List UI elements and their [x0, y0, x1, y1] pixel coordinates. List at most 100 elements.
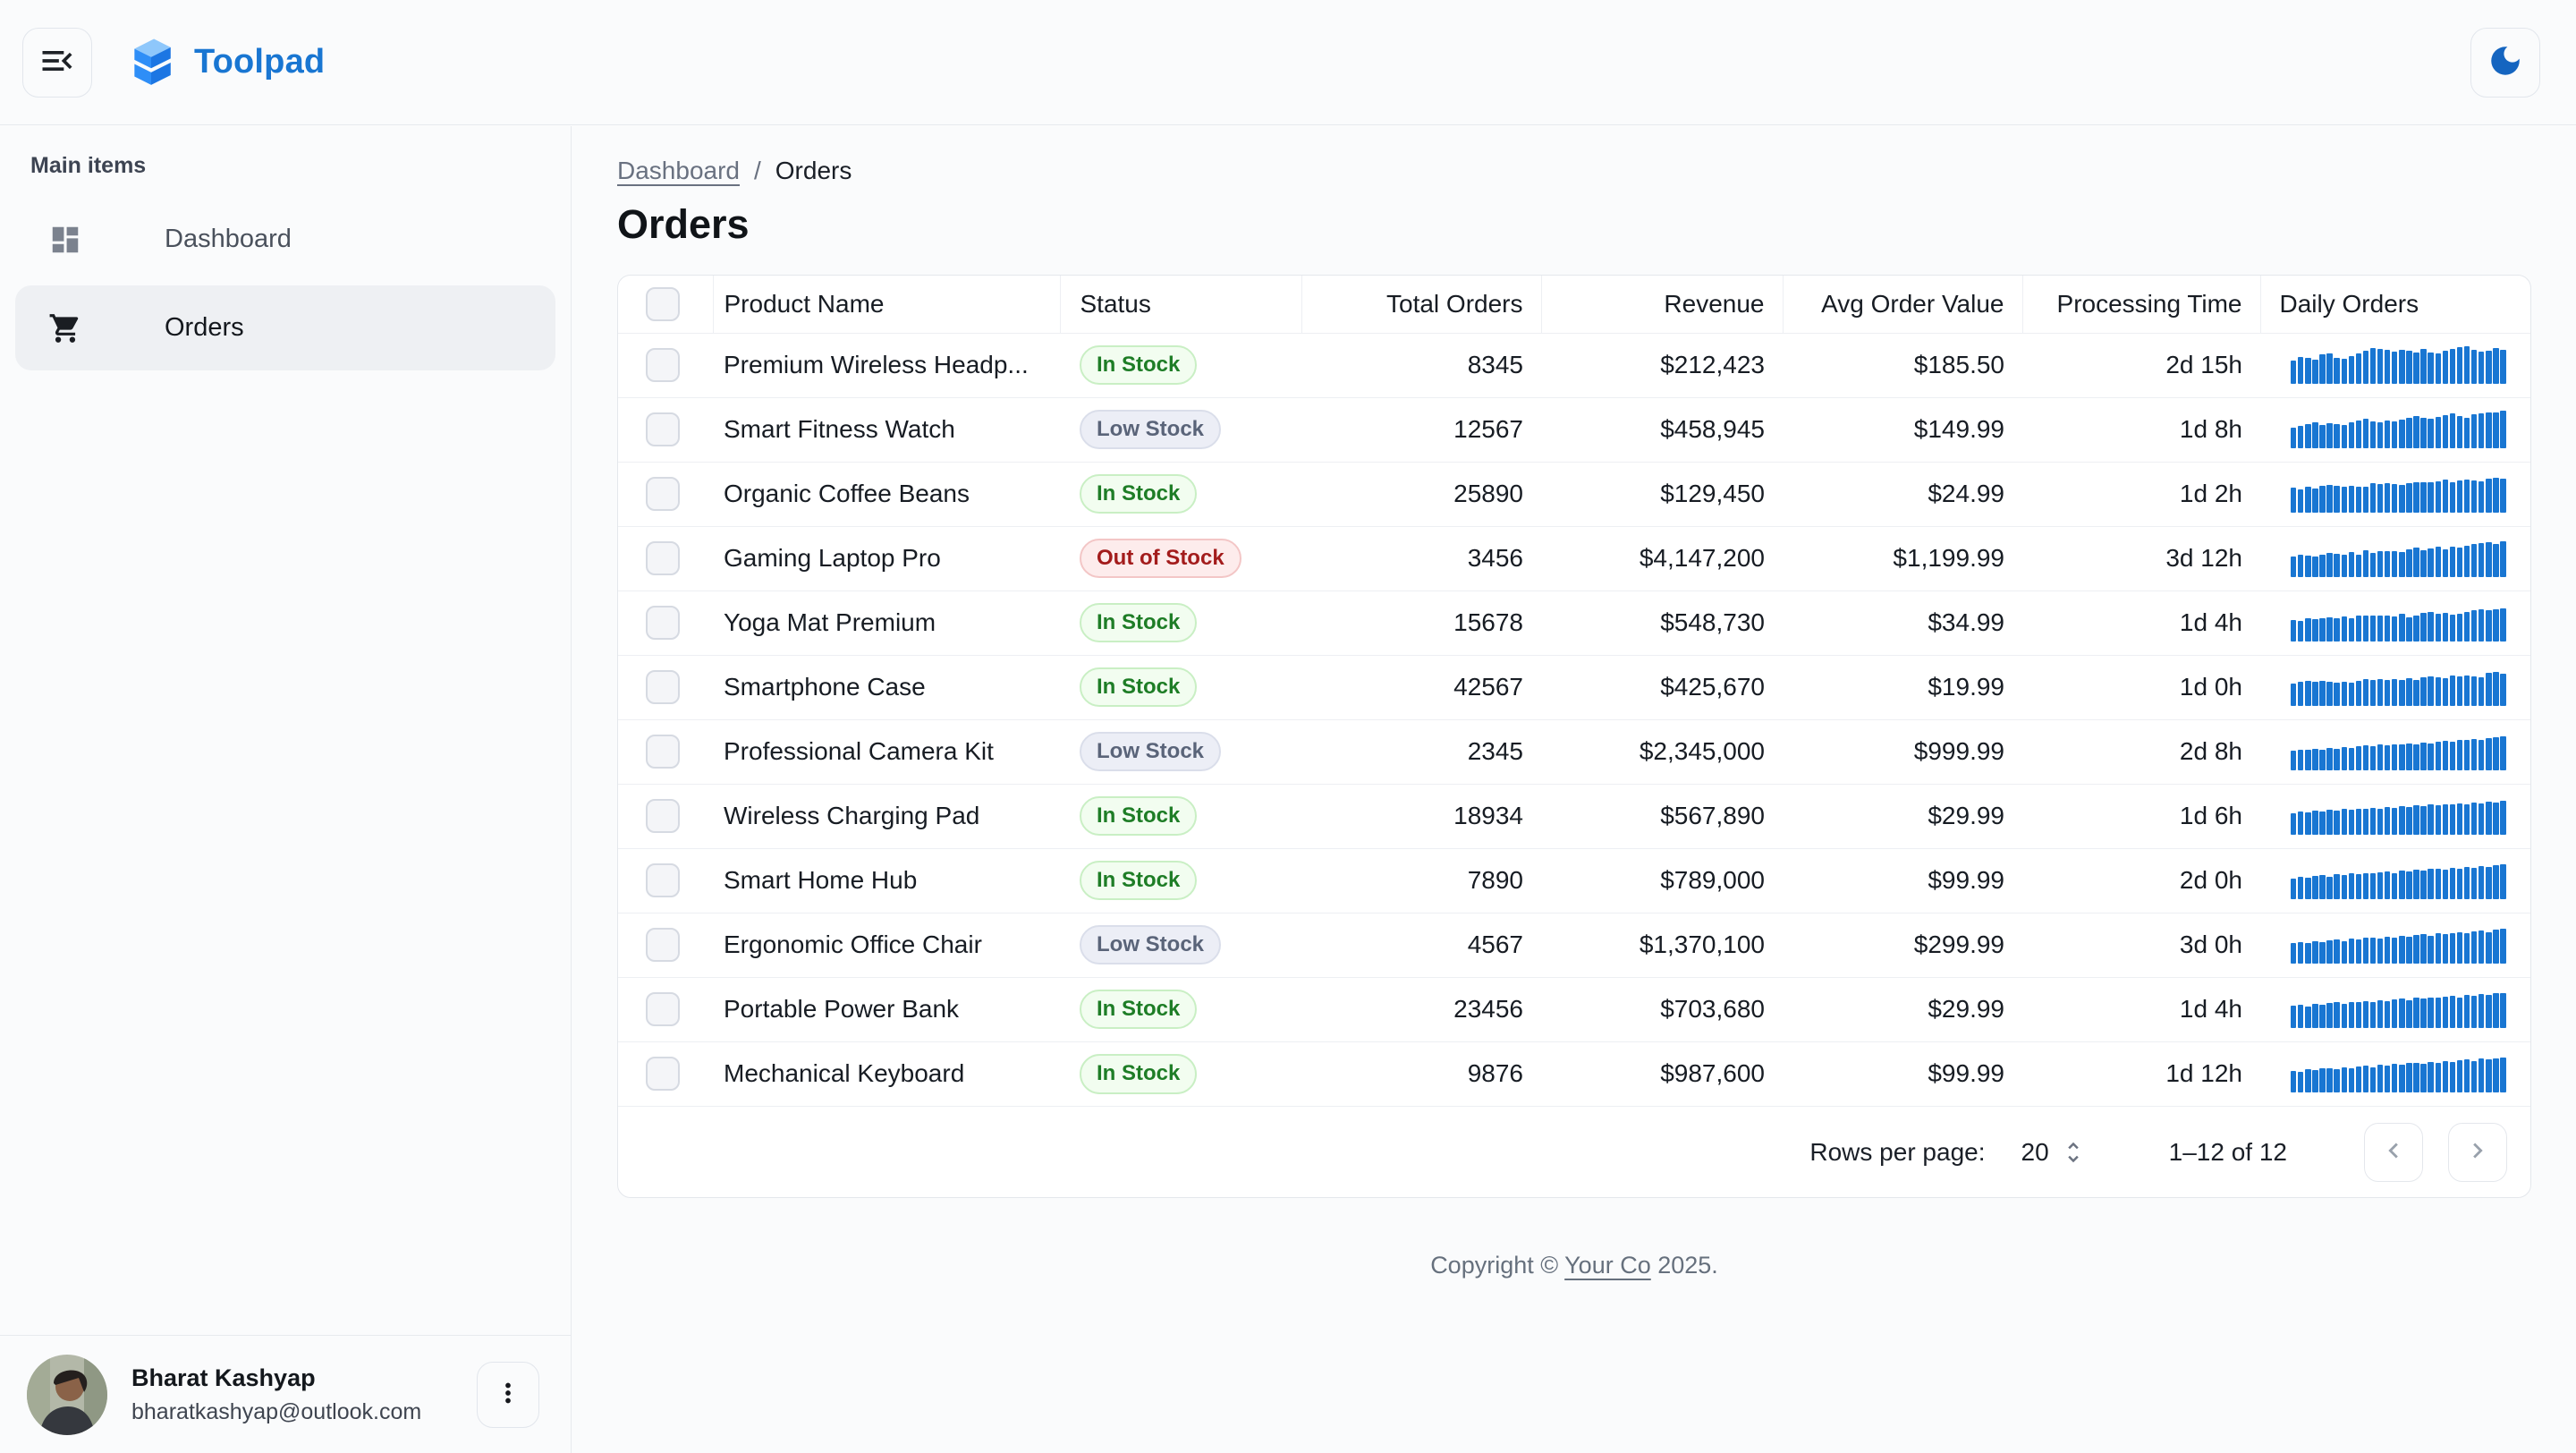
pagination-range-label: 1–12 of 12: [2169, 1138, 2287, 1167]
cell-product-name: Premium Wireless Headp...: [713, 333, 1060, 397]
row-checkbox[interactable]: [646, 670, 680, 704]
brand-title: Toolpad: [194, 43, 325, 81]
column-header-product[interactable]: Product Name: [713, 276, 1060, 333]
column-header-avg-order-value[interactable]: Avg Order Value: [1783, 276, 2022, 333]
main-content: Dashboard / Orders Orders Product Name S…: [572, 126, 2576, 1453]
dashboard-icon: [48, 223, 123, 257]
row-checkbox[interactable]: [646, 348, 680, 382]
cell-status: In Stock: [1060, 333, 1301, 397]
sidebar-nav: Dashboard Orders: [0, 197, 571, 370]
table-row[interactable]: Premium Wireless Headp...In Stock8345$21…: [618, 333, 2530, 397]
status-badge: In Stock: [1080, 990, 1197, 1030]
cell-processing-time: 1d 2h: [2022, 462, 2260, 526]
cell-avg-order-value: $99.99: [1783, 1041, 2022, 1106]
table-row[interactable]: Portable Power BankIn Stock23456$703,680…: [618, 977, 2530, 1041]
breadcrumb-dashboard-link[interactable]: Dashboard: [617, 157, 740, 185]
cell-product-name: Smartphone Case: [713, 655, 1060, 719]
sidebar-item-dashboard[interactable]: Dashboard: [15, 197, 555, 282]
row-checkbox[interactable]: [646, 541, 680, 575]
orders-table: Product Name Status Total Orders Revenue…: [618, 276, 2530, 1106]
company-link[interactable]: Your Co: [1564, 1252, 1651, 1279]
status-badge: Low Stock: [1080, 410, 1221, 450]
rows-per-page-label: Rows per page:: [1809, 1138, 1985, 1167]
breadcrumb-current: Orders: [775, 157, 852, 185]
user-email: bharatkashyap@outlook.com: [131, 1399, 477, 1425]
sidebar-toggle-button[interactable]: [22, 28, 92, 98]
cell-total-orders: 15678: [1301, 591, 1541, 655]
cell-processing-time: 1d 4h: [2022, 591, 2260, 655]
cell-avg-order-value: $19.99: [1783, 655, 2022, 719]
column-header-total-orders[interactable]: Total Orders: [1301, 276, 1541, 333]
cell-avg-order-value: $34.99: [1783, 591, 2022, 655]
cell-avg-order-value: $1,199.99: [1783, 526, 2022, 591]
unfold-more-icon[interactable]: [2060, 1139, 2087, 1166]
table-row[interactable]: Smart Fitness WatchLow Stock12567$458,94…: [618, 397, 2530, 462]
sidebar-item-label: Orders: [165, 313, 244, 343]
table-row[interactable]: Professional Camera KitLow Stock2345$2,3…: [618, 719, 2530, 784]
column-header-daily-orders[interactable]: Daily Orders: [2260, 276, 2530, 333]
cart-icon: [48, 311, 123, 345]
breadcrumb-separator: /: [754, 157, 761, 185]
cell-processing-time: 1d 4h: [2022, 977, 2260, 1041]
table-row[interactable]: Wireless Charging PadIn Stock18934$567,8…: [618, 784, 2530, 848]
table-row[interactable]: Gaming Laptop ProOut of Stock3456$4,147,…: [618, 526, 2530, 591]
cell-total-orders: 23456: [1301, 977, 1541, 1041]
cell-status: In Stock: [1060, 977, 1301, 1041]
cell-revenue: $789,000: [1541, 848, 1783, 913]
column-header-status[interactable]: Status: [1060, 276, 1301, 333]
cell-revenue: $567,890: [1541, 784, 1783, 848]
table-row[interactable]: Smart Home HubIn Stock7890$789,000$99.99…: [618, 848, 2530, 913]
cell-processing-time: 1d 12h: [2022, 1041, 2260, 1106]
column-header-processing-time[interactable]: Processing Time: [2022, 276, 2260, 333]
daily-orders-sparkline: [2291, 1055, 2530, 1092]
cell-revenue: $2,345,000: [1541, 719, 1783, 784]
row-checkbox[interactable]: [646, 735, 680, 769]
menu-open-icon: [38, 41, 77, 83]
row-checkbox[interactable]: [646, 928, 680, 962]
copyright-suffix: 2025.: [1651, 1252, 1718, 1279]
breadcrumb: Dashboard / Orders: [617, 157, 2531, 185]
cell-status: Low Stock: [1060, 913, 1301, 977]
table-row[interactable]: Smartphone CaseIn Stock42567$425,670$19.…: [618, 655, 2530, 719]
more-vert-icon: [493, 1378, 523, 1411]
select-all-checkbox[interactable]: [646, 287, 680, 321]
cell-product-name: Professional Camera Kit: [713, 719, 1060, 784]
row-checkbox[interactable]: [646, 863, 680, 897]
daily-orders-sparkline: [2291, 540, 2530, 577]
row-checkbox[interactable]: [646, 992, 680, 1026]
cell-daily-orders: [2260, 848, 2530, 913]
user-menu-button[interactable]: [477, 1362, 539, 1428]
table-row[interactable]: Yoga Mat PremiumIn Stock15678$548,730$34…: [618, 591, 2530, 655]
cell-daily-orders: [2260, 655, 2530, 719]
row-checkbox[interactable]: [646, 799, 680, 833]
cell-status: In Stock: [1060, 591, 1301, 655]
cell-status: Low Stock: [1060, 397, 1301, 462]
row-checkbox[interactable]: [646, 412, 680, 446]
table-row[interactable]: Organic Coffee BeansIn Stock25890$129,45…: [618, 462, 2530, 526]
cell-total-orders: 9876: [1301, 1041, 1541, 1106]
user-name: Bharat Kashyap: [131, 1364, 477, 1392]
theme-toggle-button[interactable]: [2470, 28, 2540, 98]
sidebar-item-orders[interactable]: Orders: [15, 285, 555, 370]
table-row[interactable]: Ergonomic Office ChairLow Stock4567$1,37…: [618, 913, 2530, 977]
cell-product-name: Ergonomic Office Chair: [713, 913, 1060, 977]
daily-orders-sparkline: [2291, 733, 2530, 770]
cell-daily-orders: [2260, 462, 2530, 526]
cell-avg-order-value: $149.99: [1783, 397, 2022, 462]
cell-avg-order-value: $29.99: [1783, 977, 2022, 1041]
row-checkbox[interactable]: [646, 1057, 680, 1091]
cell-avg-order-value: $24.99: [1783, 462, 2022, 526]
cell-revenue: $4,147,200: [1541, 526, 1783, 591]
row-checkbox[interactable]: [646, 477, 680, 511]
status-badge: In Stock: [1080, 861, 1197, 901]
rows-per-page-select[interactable]: 20: [2021, 1138, 2049, 1167]
row-checkbox[interactable]: [646, 606, 680, 640]
chevron-left-icon: [2378, 1135, 2409, 1168]
table-row[interactable]: Mechanical KeyboardIn Stock9876$987,600$…: [618, 1041, 2530, 1106]
cell-revenue: $458,945: [1541, 397, 1783, 462]
avatar[interactable]: [27, 1355, 107, 1435]
column-header-revenue[interactable]: Revenue: [1541, 276, 1783, 333]
previous-page-button[interactable]: [2364, 1123, 2423, 1182]
next-page-button[interactable]: [2448, 1123, 2507, 1182]
cell-product-name: Organic Coffee Beans: [713, 462, 1060, 526]
